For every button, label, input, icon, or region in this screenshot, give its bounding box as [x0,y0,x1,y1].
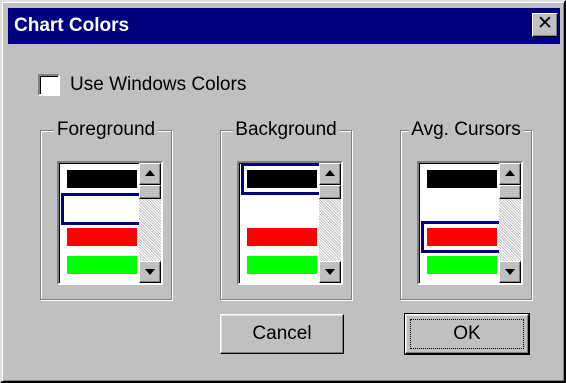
color-list-item[interactable] [241,249,323,281]
color-swatch [247,228,317,246]
arrow-down-icon [505,269,515,275]
arrow-up-icon [145,170,155,176]
use-windows-colors-checkbox[interactable] [38,74,60,96]
scroll-up-button[interactable] [139,163,161,185]
vertical-scrollbar[interactable] [319,163,341,283]
color-swatch [427,200,497,218]
arrow-down-icon [145,269,155,275]
foreground-group-title: Foreground [53,118,159,142]
foreground-group: Foreground [40,118,172,300]
color-swatch [247,170,317,188]
color-swatch [67,200,137,218]
arrow-up-icon [325,170,335,176]
color-list-item[interactable] [61,249,143,281]
color-swatch [247,200,317,218]
scroll-up-button[interactable] [319,163,341,185]
color-list-item[interactable] [421,249,503,281]
close-button[interactable]: ✕ [532,13,558,37]
color-swatch [247,256,317,274]
background-group: Background [220,118,352,300]
arrow-down-icon [325,269,335,275]
avg-cursors-color-list[interactable] [417,161,523,285]
vertical-scrollbar[interactable] [499,163,521,283]
color-swatch [427,228,497,246]
cancel-button[interactable]: Cancel [220,314,344,354]
color-swatch [427,170,497,188]
use-windows-colors-label[interactable]: Use Windows Colors [70,73,246,97]
window-title: Chart Colors [14,15,130,36]
scroll-down-button[interactable] [499,261,521,283]
color-swatch [67,170,137,188]
scroll-thumb[interactable] [319,185,341,199]
color-list-item[interactable] [421,163,503,195]
color-swatch [67,256,137,274]
scroll-up-button[interactable] [499,163,521,185]
color-list-item[interactable] [241,163,323,195]
title-bar[interactable]: Chart Colors ✕ [8,8,560,44]
color-swatch [67,228,137,246]
color-swatch [427,256,497,274]
foreground-color-list[interactable] [57,161,163,285]
avg-cursors-group: Avg. Cursors [400,118,532,300]
scroll-thumb[interactable] [499,185,521,199]
vertical-scrollbar[interactable] [139,163,161,283]
ok-button[interactable]: OK [404,313,530,355]
scroll-thumb[interactable] [139,185,161,199]
scroll-down-button[interactable] [139,261,161,283]
arrow-up-icon [505,170,515,176]
close-icon: ✕ [537,13,553,34]
scroll-down-button[interactable] [319,261,341,283]
background-group-title: Background [232,118,340,142]
background-color-list[interactable] [237,161,343,285]
chart-colors-dialog: Chart Colors ✕ Use Windows Colors Foregr… [0,0,566,383]
color-list-item[interactable] [61,163,143,195]
avg-cursors-group-title: Avg. Cursors [408,118,524,142]
